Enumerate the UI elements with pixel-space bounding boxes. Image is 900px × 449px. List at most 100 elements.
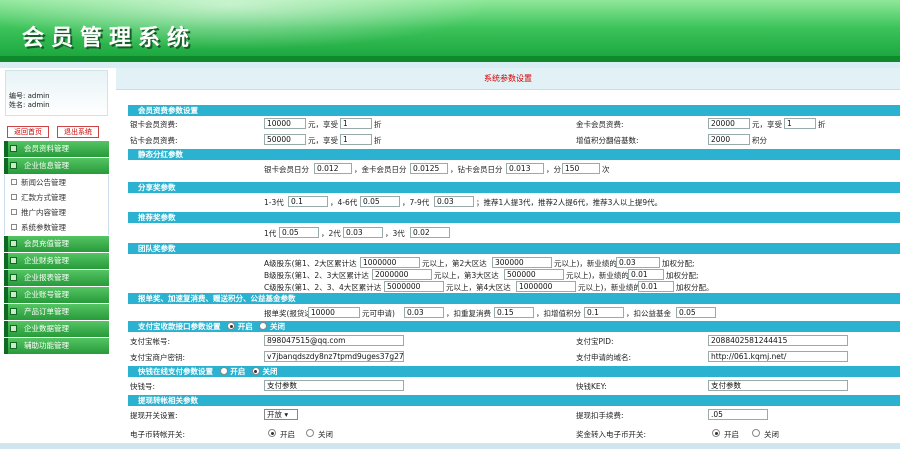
gold-fee-label: 金卡会员资费:: [576, 120, 624, 129]
alipay-off-label: 关闭: [270, 322, 285, 331]
menu-item-reports[interactable]: 企业报表管理: [4, 270, 109, 286]
menu-item-member-data[interactable]: 会员资料管理: [4, 141, 109, 157]
online-off-radio[interactable]: [251, 367, 260, 375]
alipay-account-input[interactable]: 898047515@qq.com: [264, 335, 404, 346]
share-4-6-input[interactable]: 0.05: [360, 196, 400, 207]
menu-item-aux[interactable]: 辅助功能管理: [4, 338, 109, 354]
alipay-on-radio[interactable]: [227, 322, 236, 330]
diamond-fee-input[interactable]: 50000: [264, 134, 306, 145]
submenu-item-promo[interactable]: 推广内容管理: [5, 205, 108, 220]
team-b-rate-input[interactable]: 0.01: [628, 269, 664, 280]
team-c-total-input[interactable]: 5000000: [384, 281, 444, 292]
report-rate-input[interactable]: 0.03: [404, 307, 444, 318]
withdraw-switch-label: 提现开关设置:: [130, 411, 178, 420]
menu-item-label: 会员充值管理: [24, 239, 69, 248]
section-header-report: 报单奖、加速复消费、赠送积分、公益基金参数: [128, 293, 900, 304]
withdraw-switch-select[interactable]: 开放 ▾: [264, 409, 298, 420]
silver-discount-input[interactable]: 1: [340, 118, 372, 129]
submenu-item-news[interactable]: 新闻公告管理: [5, 175, 108, 190]
menu-item-finance[interactable]: 企业财务管理: [4, 253, 109, 269]
menu-item-enterprise-info[interactable]: 企业信息管理: [4, 158, 109, 174]
menu-item-recharge[interactable]: 会员充值管理: [4, 236, 109, 252]
recommend-2-input[interactable]: 0.03: [343, 227, 383, 238]
submenu-item-system-params[interactable]: 系统参数管理: [5, 220, 108, 235]
diamond-unit-text: 元，享受: [308, 136, 338, 145]
recommend-1-input[interactable]: 0.05: [279, 227, 319, 238]
bonus-to-coin-label: 奖金转入电子币开关:: [576, 430, 647, 439]
checkbox-icon: [11, 224, 17, 230]
alipay-off-radio[interactable]: [259, 322, 268, 330]
online-on-radio[interactable]: [219, 367, 228, 375]
home-button[interactable]: 返回首页: [7, 126, 49, 138]
gold-fee-input[interactable]: 20000: [708, 118, 750, 129]
static-diamond-input[interactable]: 0.013: [506, 163, 544, 174]
submenu-label: 汇款方式管理: [21, 193, 66, 202]
header-banner: 会员管理系统: [0, 0, 900, 62]
page-title: 系统参数设置: [484, 74, 532, 83]
team-b-region-input[interactable]: 500000: [504, 269, 564, 280]
sidebar: 编号: admin 姓名: admin 返回首页 退出系统 会员资料管理 企业信…: [0, 68, 112, 449]
section-header-online: 快钱在线支付参数设置 开启 关闭: [128, 366, 900, 377]
report-threshold-input[interactable]: 10000: [308, 307, 360, 318]
coin-transfer-label: 电子币转帐开关:: [130, 430, 186, 439]
section-header-alipay: 支付宝收款接口参数设置 开启 关闭: [128, 321, 900, 332]
menu-item-orders[interactable]: 产品订单管理: [4, 304, 109, 320]
alipay-pid-input[interactable]: 2088402581244415: [708, 335, 848, 346]
diamond-discount-input[interactable]: 1: [340, 134, 372, 145]
section-header-recommend: 推荐奖参数: [128, 212, 900, 223]
points-unit-text: 积分: [752, 136, 767, 145]
share-7-9-input[interactable]: 0.03: [434, 196, 474, 207]
report-points-input[interactable]: 0.1: [584, 307, 624, 318]
share-text-1: 1-3代: [264, 198, 284, 207]
kuaiqian-key-input[interactable]: 支付参数: [708, 380, 848, 391]
menu-toggle-icon: [10, 257, 17, 264]
static-times-input[interactable]: 150: [562, 163, 600, 174]
bonus-to-coin-on-radio[interactable]: [712, 429, 720, 437]
points-base-input[interactable]: 2000: [708, 134, 750, 145]
user-name: 姓名: admin: [9, 101, 50, 109]
team-c-rate-input[interactable]: 0.01: [638, 281, 674, 292]
submenu-item-remit[interactable]: 汇款方式管理: [5, 190, 108, 205]
menu-item-accounts[interactable]: 企业账号管理: [4, 287, 109, 303]
withdraw-fee-input[interactable]: .05: [708, 409, 768, 420]
team-a-total-input[interactable]: 1000000: [360, 257, 420, 268]
team-b-total-input[interactable]: 2000000: [372, 269, 432, 280]
menu-toggle-icon: [10, 291, 17, 298]
static-text-5: 次: [602, 165, 610, 174]
recommend-text-1: 1代: [264, 229, 277, 238]
team-a-region-input[interactable]: 300000: [492, 257, 552, 268]
alipay-domain-input[interactable]: http://061.kqmj.net/: [708, 351, 848, 362]
silver-fee-input[interactable]: 10000: [264, 118, 306, 129]
share-text-4: ；推荐1人提3代，推荐2人提6代，推荐3人以上提9代。: [476, 198, 663, 207]
section-header-team: 团队奖参数: [128, 243, 900, 254]
gold-discount-input[interactable]: 1: [784, 118, 816, 129]
kuaiqian-account-input[interactable]: 支付参数: [264, 380, 404, 391]
silver-unit-text: 元，享受: [308, 120, 338, 129]
static-silver-input[interactable]: 0.012: [314, 163, 352, 174]
menu-toggle-icon: [10, 145, 17, 152]
team-a-rate-input[interactable]: 0.03: [616, 257, 660, 268]
alipay-key-input[interactable]: v7jbanqdszdy8nz7tpmd9uges37g27wb: [264, 351, 404, 362]
logout-button[interactable]: 退出系统: [57, 126, 99, 138]
alipay-section-title: 支付宝收款接口参数设置: [138, 322, 221, 331]
team-c-text-2: 元以上，第4大区达: [446, 283, 511, 292]
coin-transfer-off-radio[interactable]: [306, 429, 314, 437]
bonus-to-coin-off-radio[interactable]: [752, 429, 760, 437]
static-gold-input[interactable]: 0.0125: [410, 163, 448, 174]
menu-item-label: 企业数据管理: [24, 324, 69, 333]
section-header-withdraw: 提现转帐相关参数: [128, 395, 900, 406]
team-c-region-input[interactable]: 1000000: [516, 281, 576, 292]
report-repeat-input[interactable]: 0.15: [494, 307, 534, 318]
recommend-text-2: ，2代: [321, 229, 341, 238]
menu-toggle-icon: [10, 274, 17, 281]
recommend-3-input[interactable]: 0.02: [410, 227, 450, 238]
share-1-3-input[interactable]: 0.1: [288, 196, 328, 207]
recommend-text-3: ，3代: [385, 229, 405, 238]
menu-item-data[interactable]: 企业数据管理: [4, 321, 109, 337]
team-a-text-1: A级股东(第1、2大区累计达: [264, 259, 357, 268]
report-charity-input[interactable]: 0.05: [676, 307, 716, 318]
report-text-1: 报单奖(报货达: [264, 309, 312, 318]
gold-unit-text: 元，享受: [752, 120, 782, 129]
bonus-to-coin-on-label: 开启: [724, 430, 739, 439]
coin-transfer-on-radio[interactable]: [268, 429, 276, 437]
